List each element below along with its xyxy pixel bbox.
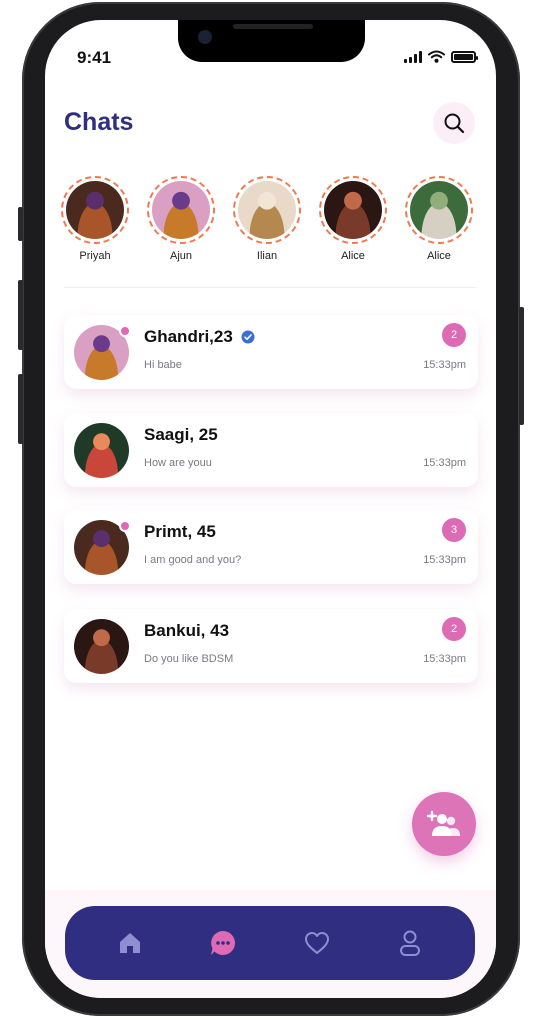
avatar bbox=[74, 619, 129, 674]
avatar bbox=[410, 181, 468, 239]
story-name: Ilian bbox=[256, 250, 278, 262]
chat-avatar bbox=[74, 619, 129, 674]
nav-chat[interactable] bbox=[201, 921, 245, 965]
chat-preview: I am good and you? bbox=[144, 554, 242, 566]
avatar bbox=[152, 181, 210, 239]
chat-name: Primt, 45 bbox=[144, 522, 216, 541]
status-time: 9:41 bbox=[77, 48, 112, 67]
chat-avatar bbox=[74, 325, 131, 380]
add-friend-button[interactable] bbox=[412, 792, 476, 856]
chat-avatar bbox=[74, 423, 129, 478]
volume-up-button bbox=[18, 280, 23, 350]
story-item[interactable]: Ajun bbox=[147, 176, 215, 262]
profile-icon bbox=[400, 930, 421, 956]
chat-name-row: Saagi, 25 bbox=[144, 425, 218, 445]
status-icons bbox=[404, 50, 478, 63]
chat-preview: Hi babe bbox=[144, 359, 182, 371]
camera bbox=[198, 30, 212, 44]
notch bbox=[178, 20, 365, 62]
battery-icon bbox=[451, 50, 478, 63]
story-ring bbox=[61, 176, 129, 244]
mute-switch bbox=[18, 207, 23, 241]
bottom-nav bbox=[65, 906, 475, 980]
chat-time: 15:33pm bbox=[423, 653, 466, 665]
chat-time: 15:33pm bbox=[423, 554, 466, 566]
story-item[interactable]: Ilian bbox=[233, 176, 301, 262]
chat-name-row: Primt, 45 bbox=[144, 522, 216, 542]
story-ring bbox=[233, 176, 301, 244]
search-button[interactable] bbox=[433, 102, 475, 144]
story-name: Alice bbox=[427, 250, 451, 262]
chat-name-row: Ghandri,23 bbox=[144, 327, 255, 347]
search-icon bbox=[444, 113, 465, 134]
unread-badge: 3 bbox=[442, 518, 466, 542]
avatar bbox=[74, 423, 129, 478]
speaker bbox=[233, 24, 313, 29]
chat-item[interactable]: Bankui, 43 Do you like BDSM 2 15:33pm bbox=[64, 609, 478, 683]
divider bbox=[64, 287, 476, 288]
avatar bbox=[324, 181, 382, 239]
chat-icon bbox=[211, 931, 236, 955]
story-item[interactable]: Priyah bbox=[61, 176, 129, 262]
add-friend-icon bbox=[427, 810, 460, 836]
page-title: Chats bbox=[64, 108, 134, 136]
chat-item[interactable]: Saagi, 25 How are youu 15:33pm bbox=[64, 413, 478, 487]
verified-icon bbox=[241, 330, 255, 344]
chat-avatar bbox=[74, 520, 131, 575]
nav-favorites[interactable] bbox=[295, 921, 339, 965]
app-screen: 9:41 Chats Priyah Ajun Ilian Alice Alice… bbox=[45, 20, 496, 998]
chat-preview: Do you like BDSM bbox=[144, 653, 234, 665]
unread-badge: 2 bbox=[442, 323, 466, 347]
story-ring bbox=[319, 176, 387, 244]
nav-profile[interactable] bbox=[388, 921, 432, 965]
volume-down-button bbox=[18, 374, 23, 444]
chat-item[interactable]: Primt, 45 I am good and you? 3 15:33pm bbox=[64, 510, 478, 584]
chat-name-row: Bankui, 43 bbox=[144, 621, 229, 641]
online-indicator bbox=[119, 325, 131, 337]
wifi-icon bbox=[428, 50, 445, 63]
chat-name: Saagi, 25 bbox=[144, 425, 218, 444]
story-name: Ajun bbox=[169, 250, 193, 262]
story-ring bbox=[147, 176, 215, 244]
unread-badge: 2 bbox=[442, 617, 466, 641]
nav-home[interactable] bbox=[108, 921, 152, 965]
chat-item[interactable]: Ghandri,23 Hi babe 2 15:33pm bbox=[64, 315, 478, 389]
chat-preview: How are youu bbox=[144, 457, 212, 469]
story-ring bbox=[405, 176, 473, 244]
story-name: Alice bbox=[341, 250, 365, 262]
avatar bbox=[238, 181, 296, 239]
power-button bbox=[519, 307, 524, 425]
story-item[interactable]: Alice bbox=[405, 176, 473, 262]
heart-icon bbox=[304, 932, 329, 954]
online-indicator bbox=[119, 520, 131, 532]
home-icon bbox=[119, 933, 140, 953]
chat-name: Bankui, 43 bbox=[144, 621, 230, 640]
signal-icon bbox=[404, 50, 422, 63]
story-item[interactable]: Alice bbox=[319, 176, 387, 262]
avatar bbox=[66, 181, 124, 239]
chat-time: 15:33pm bbox=[423, 457, 466, 469]
stories-row: Priyah Ajun Ilian Alice Alice bbox=[61, 176, 481, 266]
story-name: Priyah bbox=[79, 250, 111, 262]
chat-time: 15:33pm bbox=[423, 359, 466, 371]
chat-name: Ghandri,23 bbox=[144, 327, 233, 346]
